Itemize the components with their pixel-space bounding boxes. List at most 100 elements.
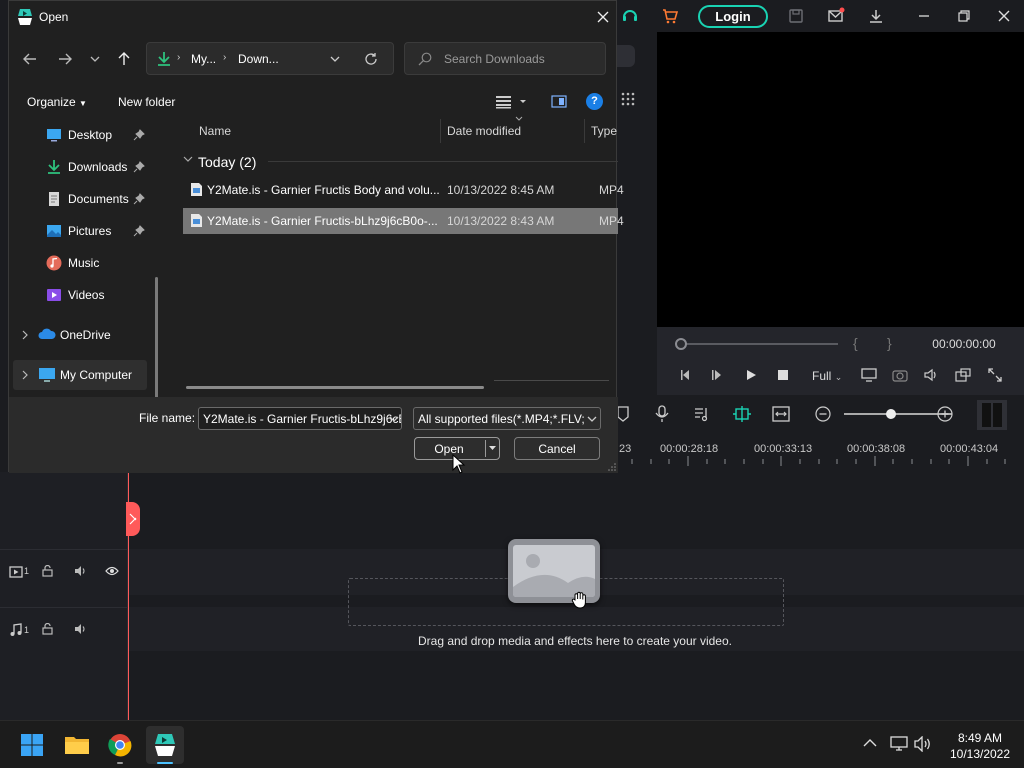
refresh-icon[interactable] <box>364 52 378 66</box>
clock-time[interactable]: 8:49 AM <box>945 731 1015 745</box>
pin-icon[interactable] <box>133 225 145 237</box>
address-bar[interactable]: › My... › Down... <box>146 42 394 75</box>
resize-grip-icon[interactable] <box>608 463 616 471</box>
breadcrumb-downloads[interactable]: Down... <box>238 52 279 66</box>
filmora-taskbar-icon[interactable] <box>146 726 184 764</box>
pin-icon[interactable] <box>133 129 145 141</box>
column-header-date[interactable]: Date modified <box>447 124 521 138</box>
horizontal-scrollbar[interactable] <box>186 386 484 389</box>
sidebar-item-my-computer[interactable]: My Computer <box>13 360 147 390</box>
sidebar-item-downloads[interactable]: Downloads <box>9 152 159 182</box>
chevron-up-icon[interactable] <box>863 738 877 748</box>
clock-date[interactable]: 10/13/2022 <box>945 747 1015 761</box>
support-headset-icon[interactable] <box>620 6 640 26</box>
dialog-title-bar[interactable]: Open <box>9 1 618 33</box>
column-header-type[interactable]: Type <box>591 124 617 138</box>
start-windows-icon[interactable] <box>13 726 51 764</box>
fit-timeline-icon[interactable] <box>772 406 790 422</box>
zoom-slider-handle[interactable] <box>886 409 896 419</box>
open-options-caret-icon[interactable] <box>488 445 497 452</box>
group-collapse-chevron-icon[interactable] <box>183 155 193 163</box>
group-header[interactable]: Today (2) <box>198 154 256 170</box>
sidebar-item-videos[interactable]: Videos <box>9 280 159 310</box>
file-type-select[interactable]: All supported files(*.MP4;*.FLV; <box>413 407 601 430</box>
stop-icon[interactable] <box>778 370 788 380</box>
minimize-icon[interactable] <box>914 6 934 26</box>
expand-chevron-icon[interactable] <box>21 370 29 380</box>
eye-icon[interactable] <box>105 566 119 576</box>
snapshot-icon[interactable] <box>892 368 908 382</box>
mark-in-bracket[interactable]: { <box>853 335 858 351</box>
search-box[interactable]: Search Downloads <box>404 42 606 75</box>
back-arrow-icon[interactable] <box>19 48 41 70</box>
recent-locations-chevron-icon[interactable] <box>84 48 106 70</box>
chevron-down-icon[interactable] <box>330 55 340 63</box>
organize-menu[interactable]: Organize ▼ <box>27 95 87 109</box>
network-icon[interactable] <box>890 736 908 752</box>
column-separator[interactable] <box>584 119 585 143</box>
login-button[interactable]: Login <box>698 5 768 28</box>
track-height-toggle[interactable] <box>977 400 1007 430</box>
playhead-handle[interactable] <box>126 502 140 536</box>
view-options-icon[interactable] <box>496 95 528 109</box>
cart-icon[interactable] <box>660 6 680 26</box>
download-icon[interactable] <box>866 6 886 26</box>
timeline-ruler[interactable]: 23 00:00:28:18 00:00:33:13 00:00:38:08 0… <box>617 432 1024 472</box>
play-icon[interactable] <box>745 369 757 381</box>
file-explorer-icon[interactable] <box>58 726 96 764</box>
file-name-input[interactable]: Y2Mate.is - Garnier Fructis-bLhz9j6cB0o- <box>198 407 402 430</box>
expand-chevron-icon[interactable] <box>21 330 29 340</box>
pin-icon[interactable] <box>133 193 145 205</box>
fullscreen-icon[interactable] <box>988 368 1002 382</box>
help-icon[interactable]: ? <box>586 93 603 110</box>
sidebar-item-onedrive[interactable]: OneDrive <box>9 320 159 350</box>
sidebar-item-music[interactable]: Music <box>9 248 159 278</box>
grid-view-icon[interactable] <box>620 91 636 107</box>
breadcrumb-my-computer[interactable]: My... <box>191 52 216 66</box>
next-frame-icon[interactable] <box>711 369 725 381</box>
up-arrow-icon[interactable] <box>113 48 135 70</box>
progress-track[interactable] <box>681 343 838 345</box>
save-icon[interactable] <box>786 6 806 26</box>
snap-icon[interactable] <box>732 405 752 423</box>
forward-arrow-icon[interactable] <box>54 48 76 70</box>
chrome-icon[interactable] <box>101 726 139 764</box>
column-header-name[interactable]: Name <box>199 124 231 138</box>
restore-icon[interactable] <box>954 6 974 26</box>
file-row[interactable]: Y2Mate.is - Garnier Fructis Body and vol… <box>183 177 624 203</box>
progress-handle[interactable] <box>675 338 687 350</box>
lock-icon[interactable] <box>42 623 53 635</box>
sidebar-item-documents[interactable]: Documents <box>9 184 159 214</box>
zoom-out-icon[interactable] <box>815 406 831 422</box>
close-icon[interactable] <box>994 6 1014 26</box>
new-folder-button[interactable]: New folder <box>118 95 175 109</box>
column-separator[interactable] <box>440 119 441 143</box>
sidebar-item-pictures[interactable]: Pictures <box>9 216 159 246</box>
chevron-down-icon[interactable] <box>587 415 597 423</box>
speaker-icon[interactable] <box>74 565 87 577</box>
display-icon[interactable] <box>861 368 877 382</box>
speaker-icon[interactable] <box>74 623 87 635</box>
pin-icon[interactable] <box>133 161 145 173</box>
preview-pane-icon[interactable] <box>551 95 567 109</box>
documents-icon <box>46 191 62 207</box>
microphone-icon[interactable] <box>655 405 669 423</box>
volume-icon[interactable] <box>923 368 939 382</box>
prev-frame-icon[interactable] <box>679 369 693 381</box>
mark-out-bracket[interactable]: } <box>887 335 892 351</box>
cancel-button[interactable]: Cancel <box>514 437 600 460</box>
file-row-selected[interactable]: Y2Mate.is - Garnier Fructis-bLhz9j6cB0o-… <box>183 208 624 234</box>
quality-select[interactable]: Full ⌄ <box>812 369 842 383</box>
chevron-down-icon[interactable] <box>389 415 399 423</box>
zoom-in-icon[interactable] <box>937 406 953 422</box>
divider <box>0 607 128 608</box>
pip-icon[interactable] <box>955 368 971 382</box>
lock-icon[interactable] <box>42 565 53 577</box>
mail-icon[interactable] <box>826 6 846 26</box>
sidebar-item-desktop[interactable]: Desktop <box>9 120 159 150</box>
marker-icon[interactable] <box>617 406 629 422</box>
audio-mixer-icon[interactable] <box>693 405 711 423</box>
zoom-slider-track[interactable] <box>844 413 952 415</box>
close-icon[interactable] <box>593 7 613 27</box>
volume-icon[interactable] <box>914 736 932 752</box>
